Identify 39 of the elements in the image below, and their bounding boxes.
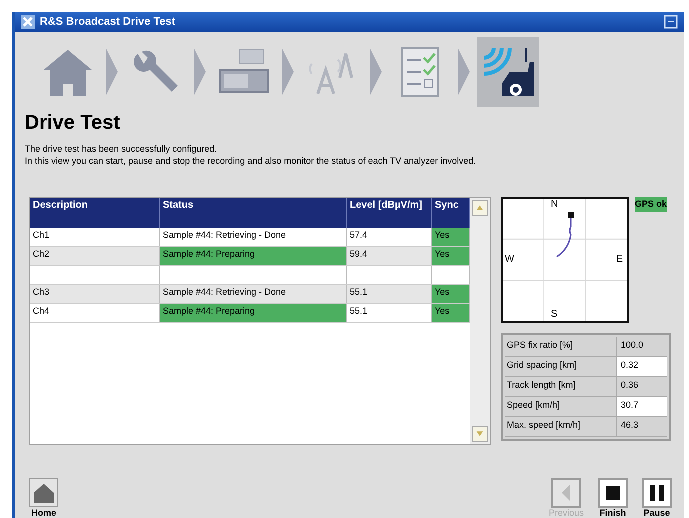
scroll-up-button[interactable]	[472, 200, 488, 216]
wizard-step[interactable]	[477, 37, 539, 107]
description-text: In this view you can start, pause and stop the recording and also monitor the status of each TV analyzer involved.	[25, 155, 478, 167]
table-cell: Sample #44: Preparing	[160, 304, 347, 322]
down-triangle-icon	[476, 430, 484, 438]
stat-label: Max. speed [km/h]	[505, 417, 617, 436]
page-heading: Drive Test	[25, 112, 122, 135]
stat-value: 0.36	[620, 379, 640, 392]
compass-label: N	[551, 200, 558, 210]
table-cell: Yes	[432, 285, 470, 303]
chevron-icon	[369, 46, 383, 98]
stat-label: Track length [km]	[505, 377, 617, 396]
scroll-down-button[interactable]	[472, 426, 488, 442]
compass-label: S	[551, 310, 558, 320]
stat-label: GPS fix ratio [%]	[505, 337, 617, 356]
stat-value: 30.7	[617, 397, 667, 416]
description-text: The drive test has been successfully configured.	[25, 143, 218, 155]
compass-label: W	[505, 255, 514, 265]
chevron-icon	[193, 46, 207, 98]
stat-value: 100.0	[620, 339, 645, 352]
table-cell: Sample #44: Retrieving - Done	[160, 228, 347, 246]
table-cell: Ch1	[30, 228, 160, 246]
table-cell: Yes	[432, 247, 470, 265]
stat-value: 46.3	[620, 419, 640, 432]
table-cell: Yes	[432, 228, 470, 246]
window-button-icon[interactable]	[664, 15, 678, 29]
stat-value: 0.32	[617, 357, 667, 376]
chevron-icon	[105, 46, 119, 98]
table-cell: Sample #44: Preparing	[160, 247, 347, 265]
table-cell: Yes	[432, 304, 470, 322]
window-title: R&S Broadcast Drive Test	[40, 16, 177, 28]
compass-label: E	[616, 255, 623, 265]
chevron-icon	[281, 46, 295, 98]
table-cell: Sample #44: Retrieving - Done	[160, 285, 347, 303]
logo-icon	[21, 15, 35, 29]
gps-status-badge: GPS ok	[635, 197, 667, 212]
table-cell: Ch3	[30, 285, 160, 303]
chevron-icon	[457, 46, 471, 98]
up-triangle-icon	[476, 204, 484, 212]
